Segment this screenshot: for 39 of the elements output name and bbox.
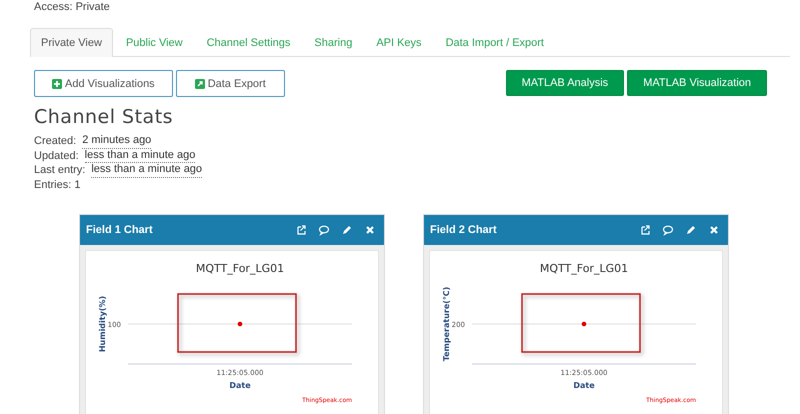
export-icon <box>194 78 205 88</box>
x-axis-label: Date <box>573 381 595 390</box>
speech-bubble-icon[interactable] <box>318 224 330 236</box>
tab[interactable]: Sharing <box>303 28 364 57</box>
tab[interactable]: Channel Settings <box>196 28 302 57</box>
plus-icon <box>52 78 62 88</box>
close-icon[interactable] <box>364 224 376 236</box>
y-axis-label: Humidity(%) <box>98 296 107 352</box>
external-link-icon[interactable] <box>639 224 651 236</box>
data-point <box>582 322 586 326</box>
tab[interactable]: API Keys <box>365 28 433 57</box>
tab[interactable]: Public View <box>114 28 194 57</box>
stat-value: 2 minutes ago <box>82 134 152 148</box>
pencil-icon[interactable] <box>685 224 697 236</box>
stat-label: Last entry: <box>34 163 86 178</box>
pencil-icon[interactable] <box>341 224 353 236</box>
stat-value: less than a minute ago <box>84 148 196 163</box>
chart-title: MQTT_For_LG01 <box>540 262 628 275</box>
matlab-button[interactable]: MATLAB Analysis <box>506 70 624 96</box>
y-axis-label: Temperature(℃) <box>442 286 451 362</box>
x-axis-label: Date <box>229 381 251 390</box>
chart-title: MQTT_For_LG01 <box>196 262 284 275</box>
data-export-button[interactable]: Data Export <box>176 70 285 97</box>
stat-label: Created: <box>34 134 76 148</box>
tab[interactable]: Data Import / Export <box>434 28 555 57</box>
speech-bubble-icon[interactable] <box>662 224 674 236</box>
card-title: Field 1 Chart <box>86 224 154 236</box>
add-visualizations-button[interactable]: Add Visualizations <box>34 70 173 97</box>
external-link-icon[interactable] <box>295 224 307 236</box>
close-icon[interactable] <box>708 224 720 236</box>
matlab-button[interactable]: MATLAB Visualization <box>627 70 767 96</box>
tab[interactable]: Private View <box>30 28 113 57</box>
stat-label: Updated: <box>34 148 79 163</box>
access-text: Access: Private <box>34 1 111 13</box>
section-title: Channel Stats <box>34 106 174 128</box>
stat-label: Entries: 1 <box>34 178 80 192</box>
card-title: Field 2 Chart <box>430 224 498 236</box>
stat-value: less than a minute ago <box>91 163 202 178</box>
data-point <box>238 322 242 326</box>
